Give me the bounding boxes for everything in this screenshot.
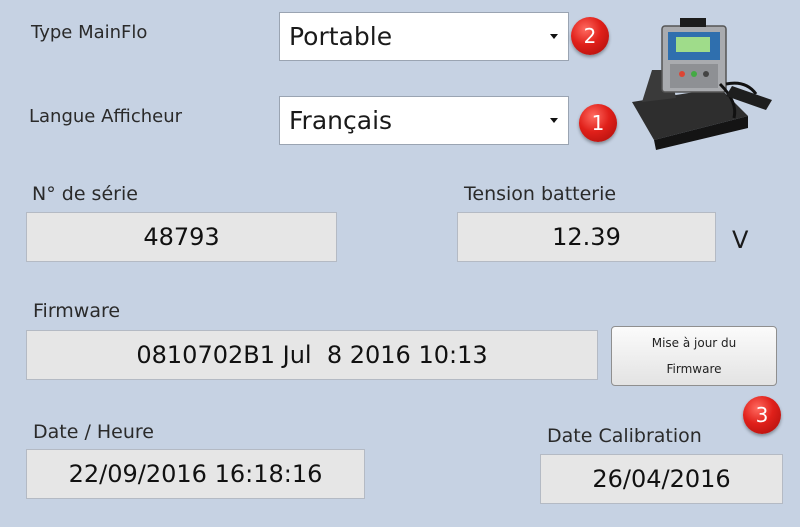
langue-afficheur-value: Français [289,106,393,135]
battery-field: 12.39 [457,212,716,262]
badge-2: 2 [571,17,609,55]
badge-1: 1 [579,104,617,142]
firmware-update-button-line2: Firmware [666,362,722,376]
firmware-update-button-line1: Mise à jour du [651,336,737,350]
calibration-field: 26/04/2016 [540,454,783,504]
chevron-down-icon [550,34,558,39]
type-mainflo-select[interactable]: Portable [279,12,569,61]
battery-unit: V [732,226,749,254]
serial-label: N° de série [32,183,138,205]
badge-3: 3 [743,396,781,434]
chevron-down-icon [550,118,558,123]
calibration-label: Date Calibration [547,425,702,447]
langue-afficheur-label: Langue Afficheur [29,106,182,127]
datetime-field: 22/09/2016 16:18:16 [26,449,365,499]
serial-field: 48793 [26,212,337,262]
portable-flow-meter-icon [632,18,772,150]
type-mainflo-label: Type MainFlo [31,22,148,43]
langue-afficheur-select[interactable]: Français [279,96,569,145]
battery-label: Tension batterie [464,183,617,205]
type-mainflo-value: Portable [289,22,393,51]
firmware-update-button[interactable]: Mise à jour du Firmware [611,326,777,386]
datetime-label: Date / Heure [33,421,154,443]
firmware-field: 0810702B1 Jul 8 2016 10:13 [26,330,598,380]
firmware-label: Firmware [33,300,121,322]
